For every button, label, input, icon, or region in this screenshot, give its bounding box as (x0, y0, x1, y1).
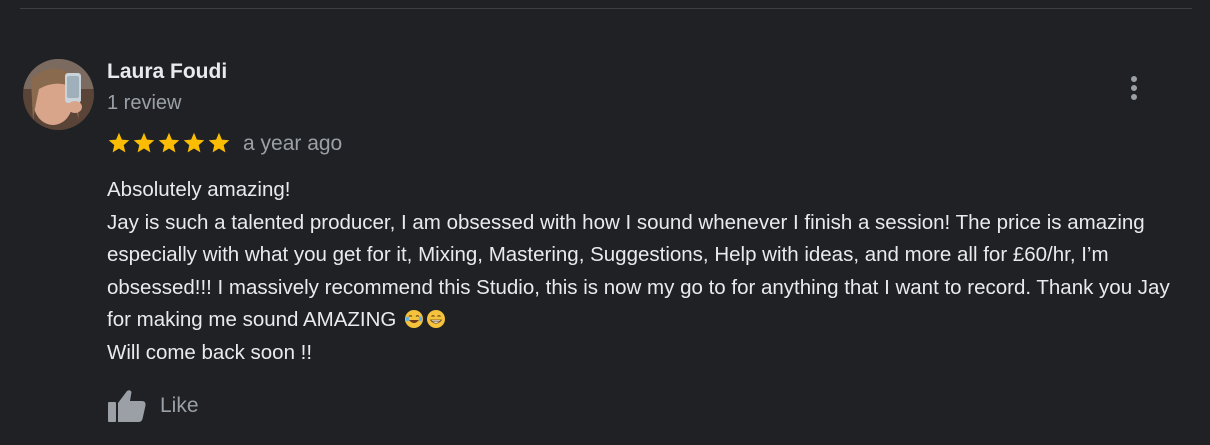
review-text-main: Jay is such a talented producer, I am ob… (107, 210, 1170, 332)
like-label: Like (160, 394, 199, 417)
avatar[interactable] (23, 59, 94, 130)
star-rating (107, 132, 231, 154)
review-text-closing: Will come back soon !! (107, 340, 313, 364)
star-icon (132, 132, 156, 154)
review-text-paragraph: Jay is such a talented producer, I am ob… (107, 207, 1197, 337)
top-divider (20, 8, 1192, 9)
review-text: Absolutely amazing! Jay is such a talent… (107, 174, 1197, 369)
grinning-emoji (427, 310, 446, 328)
like-button[interactable]: Like (106, 388, 199, 424)
star-icon (157, 132, 181, 154)
review-text-line: Absolutely amazing! (107, 178, 291, 201)
more-vert-icon (1131, 76, 1137, 100)
star-icon (207, 132, 231, 154)
star-icon (107, 132, 131, 154)
reviewer-name[interactable]: Laura Foudi (107, 58, 227, 86)
laughing-tears-emoji (405, 310, 424, 328)
more-options-button[interactable] (1118, 72, 1150, 104)
review-count[interactable]: 1 review (107, 89, 181, 117)
thumb-up-icon (108, 390, 146, 422)
review-card: Laura Foudi 1 review a year ago Absolute… (0, 0, 1210, 445)
emoji-group (396, 308, 446, 331)
review-time: a year ago (243, 132, 343, 155)
star-icon (182, 132, 206, 154)
